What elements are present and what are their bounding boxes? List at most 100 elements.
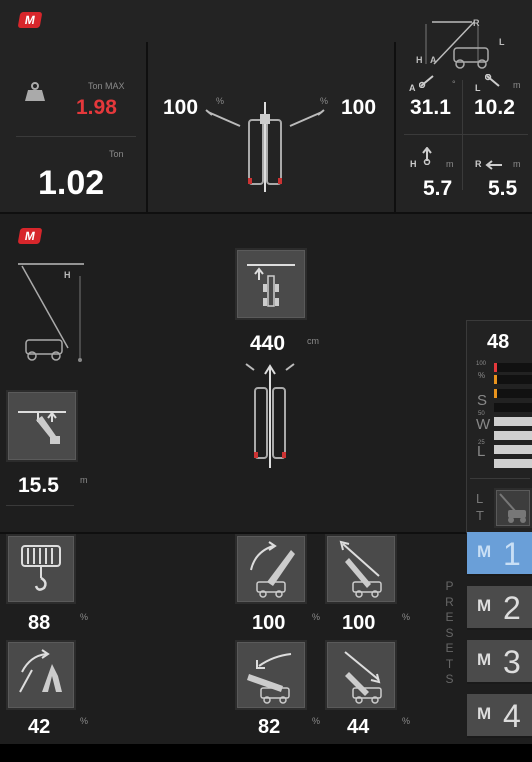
length-icon <box>484 73 501 93</box>
length-unit: m <box>513 80 521 90</box>
gauge-bar-filled <box>494 445 532 454</box>
memory-preset-3-button[interactable]: M 3 <box>467 640 532 684</box>
ton-label: Ton <box>109 149 124 159</box>
gauge-scale-100: 100 <box>476 361 487 367</box>
gauge-percent: % <box>478 371 486 380</box>
angle-value: 31.1 <box>410 96 451 119</box>
divider <box>394 42 396 212</box>
height-limit-unit: m <box>80 475 88 485</box>
memory-number: 3 <box>503 644 521 680</box>
height-limit-button[interactable] <box>6 390 78 462</box>
boom-l-letter: L <box>499 37 505 47</box>
presets-letter: E <box>445 610 455 624</box>
angle-unit: ° <box>452 79 456 89</box>
presets-label: P R E S E T S <box>443 579 457 688</box>
gauge-bar <box>494 363 532 372</box>
memory-preset-4-button[interactable]: M 4 <box>467 694 532 738</box>
front-distance-unit: cm <box>307 336 319 346</box>
jib-button[interactable] <box>6 640 76 710</box>
boom-h-letter: H <box>416 55 423 65</box>
height-limit-icon <box>18 411 66 444</box>
boom-retract-unit: % <box>402 716 411 726</box>
boom-retract-button[interactable] <box>325 640 397 710</box>
ton-max-value: 1.98 <box>76 96 117 119</box>
boom-extend-button[interactable] <box>325 534 397 604</box>
angle-icon <box>418 74 435 93</box>
boom-up-unit: % <box>312 612 321 622</box>
lt-mode-button[interactable] <box>494 488 532 528</box>
radius-icon <box>484 157 504 175</box>
front-distance-icon <box>247 264 295 307</box>
radius-label: R <box>475 159 482 169</box>
winch-icon <box>21 545 61 591</box>
weight-icon <box>24 82 46 107</box>
load-gauge-value: 48 <box>487 331 510 353</box>
height-limit-value: 15.5 <box>18 474 59 497</box>
gauge-mark-red <box>494 363 497 372</box>
boom-down-unit: % <box>312 716 321 726</box>
gauge-mark-orange <box>494 389 497 398</box>
middle-h-letter: H <box>64 270 71 280</box>
divider <box>146 42 148 212</box>
length-label: L <box>475 83 481 93</box>
boom-down-icon <box>247 653 292 704</box>
radius-value: 5.5 <box>488 177 518 200</box>
boom-retract-value: 44 <box>347 716 370 738</box>
memory-number: 4 <box>503 698 521 734</box>
gauge-l-label: L <box>477 443 486 460</box>
machine-top-view-icon <box>240 362 300 477</box>
bottom-bar <box>0 744 532 762</box>
height-label: H <box>410 159 417 169</box>
gauge-bar-filled <box>494 417 532 426</box>
boom-down-button[interactable] <box>235 640 307 710</box>
load-divider <box>16 136 136 137</box>
memory-number: 1 <box>503 536 521 572</box>
presets-letter: S <box>445 625 455 640</box>
presets-letter: T <box>445 656 455 671</box>
angle-label: A <box>409 83 416 93</box>
memory-preset-1-button[interactable]: M 1 <box>467 532 532 576</box>
ton-max-label: Ton MAX <box>88 81 125 91</box>
gauge-lt-t: T <box>476 508 484 523</box>
front-distance-button[interactable] <box>235 248 307 320</box>
height-unit: m <box>446 159 454 169</box>
height-icon <box>421 146 433 170</box>
boom-up-button[interactable] <box>235 534 307 604</box>
gauge-lt-l: L <box>476 491 484 506</box>
memory-m-label: M <box>477 704 492 723</box>
presets-letter: S <box>445 672 455 686</box>
memory-preset-2-button[interactable]: M 2 <box>467 586 532 630</box>
gauge-bar <box>494 403 532 412</box>
boom-divider-vertical <box>462 80 463 190</box>
presets-letter: P <box>445 579 455 593</box>
front-distance-value: 440 <box>250 332 286 355</box>
gauge-bar <box>494 389 532 398</box>
winch-button[interactable] <box>6 534 76 604</box>
boom-up-icon <box>250 541 295 598</box>
jib-icon <box>19 649 62 693</box>
boom-divider <box>404 134 528 135</box>
gauge-bar-filled <box>494 459 532 468</box>
boom-down-value: 82 <box>258 716 281 738</box>
presets-letter: E <box>445 641 455 655</box>
radius-unit: m <box>513 159 521 169</box>
section-divider <box>0 212 532 214</box>
boom-a-letter: A <box>430 55 437 65</box>
gauge-divider <box>470 478 530 479</box>
boom-up-value: 100 <box>252 612 286 634</box>
gauge-bar-filled <box>494 431 532 440</box>
jib-value: 42 <box>28 716 51 738</box>
memory-m-label: M <box>477 650 492 669</box>
gauge-s-label: S <box>477 392 488 409</box>
outrigger-right-value: 100 <box>341 96 377 119</box>
memory-m-label: M <box>477 596 492 615</box>
length-value: 10.2 <box>474 96 515 119</box>
jib-unit: % <box>80 716 89 726</box>
gauge-w-label: W <box>476 416 491 433</box>
brand-logo: M <box>17 12 43 28</box>
ton-value: 1.02 <box>38 164 105 202</box>
outrigger-left-value: 100 <box>163 96 199 119</box>
boom-extend-icon <box>339 540 382 598</box>
height-value: 5.7 <box>423 177 453 200</box>
brand-logo: M <box>17 228 43 244</box>
